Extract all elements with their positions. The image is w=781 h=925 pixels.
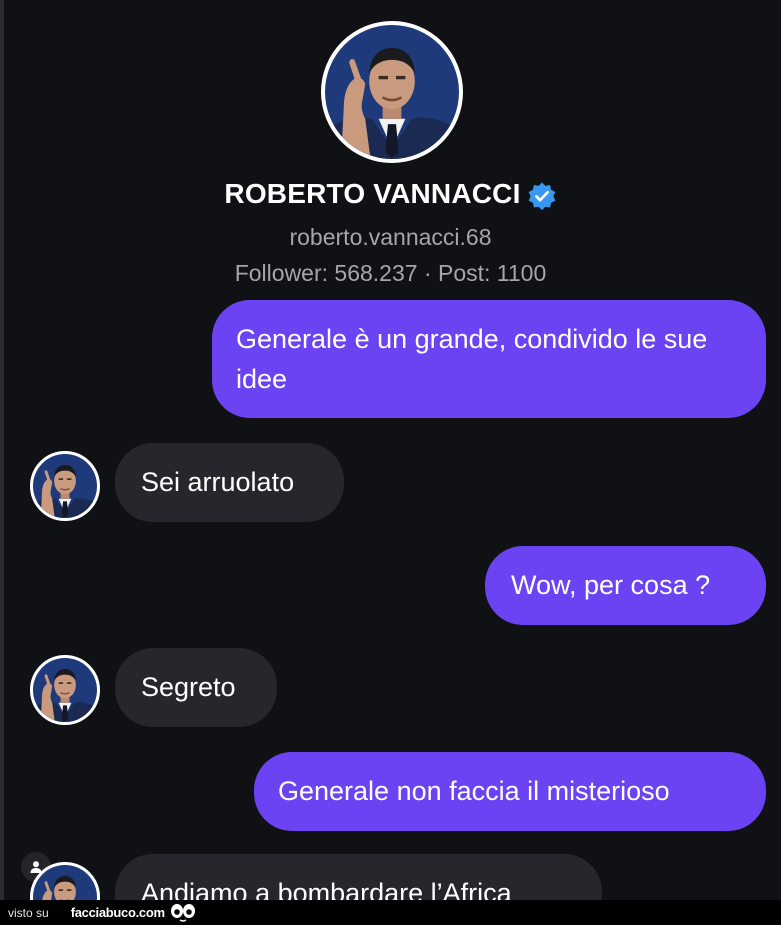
eyes-icon	[170, 903, 195, 922]
watermark-prefix: visto su	[8, 905, 49, 920]
sender-avatar[interactable]	[30, 655, 100, 725]
message-bubble-incoming[interactable]: Sei arruolato	[115, 443, 344, 522]
profile-stats: Follower: 568.237 · Post: 1100	[234, 260, 547, 286]
profile-handle: roberto.vannacci.68	[289, 224, 492, 250]
watermark-brand[interactable]: facciabuco.com	[71, 905, 165, 920]
profile-name-row[interactable]: ROBERTO VANNACCI	[0, 178, 781, 211]
chat-screen: ROBERTO VANNACCI roberto.vannacci.68 Fol…	[0, 0, 781, 900]
message-bubble-outgoing[interactable]: Wow, per cosa ?	[485, 546, 766, 625]
sender-avatar[interactable]	[30, 451, 100, 521]
message-bubble-incoming[interactable]: Andiamo a bombardare l’Africa	[115, 854, 602, 900]
message-bubble-incoming[interactable]: Segreto	[115, 648, 277, 727]
left-border	[0, 0, 4, 900]
profile-avatar[interactable]	[321, 21, 463, 163]
profile-name: ROBERTO VANNACCI	[224, 178, 521, 209]
message-bubble-outgoing[interactable]: Generale non faccia il misterioso	[254, 752, 766, 831]
message-bubble-outgoing[interactable]: Generale è un grande, condivido le sue i…	[212, 300, 766, 418]
verified-badge-icon	[528, 182, 555, 210]
watermark-bar: visto su facciabuco.com	[0, 900, 781, 925]
